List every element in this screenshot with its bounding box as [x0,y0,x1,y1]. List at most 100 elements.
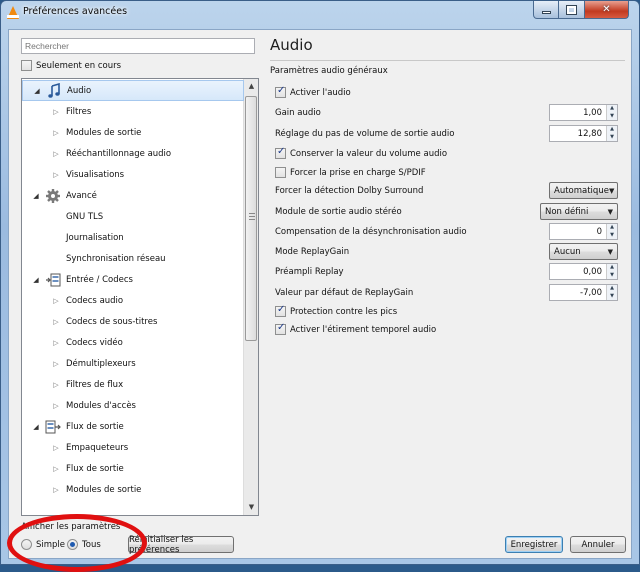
expanded-arrow-icon[interactable]: ◢ [32,87,42,95]
spin-up-icon[interactable]: ▲ [607,224,617,232]
setting-spinbox[interactable]: 0,00 ▲ ▼ [549,263,618,280]
setting-checkbox[interactable] [275,304,286,317]
tree-item[interactable]: ▷ Empaqueteurs [22,437,244,458]
tree-item[interactable]: ◢ Entrée / Codecs [22,269,244,290]
tree-item-label: Rééchantillonnage audio [66,148,172,159]
scroll-down-arrow-icon[interactable]: ▼ [244,500,258,515]
scroll-up-arrow-icon[interactable]: ▲ [244,79,258,94]
setting-spinbox[interactable]: 12,80 ▲ ▼ [549,125,618,142]
tree-item[interactable]: ◢ Audio [22,80,244,101]
setting-row[interactable]: Protection contre les pics [275,303,397,320]
title-bar[interactable]: Préférences avancées ✕ [1,1,639,25]
tree-item[interactable]: ▷ Codecs vidéo [22,332,244,353]
collapsed-arrow-icon[interactable]: ▷ [51,339,61,347]
collapsed-arrow-icon[interactable]: ▷ [51,171,61,179]
preferences-window: Préférences avancées ✕ Seulement en cour… [0,0,640,572]
radio-simple-row[interactable]: Simple [21,539,65,550]
collapsed-arrow-icon[interactable]: ▷ [51,297,61,305]
radio-all-row[interactable]: Tous [67,539,101,550]
collapsed-arrow-icon[interactable]: ▷ [51,129,61,137]
tree-item[interactable]: ◢ Avancé [22,185,244,206]
only-current-checkbox[interactable] [21,60,32,71]
setting-dropdown[interactable]: Non défini ▼ [540,203,618,220]
setting-spinbox[interactable]: -7,00 ▲ ▼ [549,284,618,301]
radio-all[interactable] [67,539,78,550]
spinbox-arrows[interactable]: ▲ ▼ [606,224,617,239]
category-tree[interactable]: ▲ ▼ ◢ Audio ▷ Filtres ▷ Modules de sortie ▷ Réé… [21,78,259,516]
collapsed-arrow-icon[interactable]: ▷ [51,444,61,452]
maximize-button[interactable] [559,1,585,19]
tree-item[interactable]: ▷ Démultiplexeurs [22,353,244,374]
tree-item[interactable]: ▷ Codecs audio [22,290,244,311]
save-button[interactable]: Enregistrer [505,536,563,553]
spinbox-arrows[interactable]: ▲ ▼ [606,285,617,300]
collapsed-arrow-icon[interactable]: ▷ [51,108,61,116]
search-input[interactable] [21,38,255,54]
dropdown-value: Aucun [554,246,581,257]
gear-icon [45,188,61,204]
tree-item[interactable]: ◢ Flux de sortie [22,416,244,437]
tree-item[interactable]: Synchronisation réseau [22,248,244,269]
setting-label: Activer l'audio [290,87,351,98]
setting-checkbox[interactable] [275,167,286,178]
collapsed-arrow-icon[interactable]: ▷ [51,402,61,410]
tree-item[interactable]: ▷ Filtres de flux [22,374,244,395]
tree-item-label: Codecs audio [66,295,124,306]
reset-preferences-button[interactable]: Réinitialiser les préférences [128,535,234,555]
tree-item[interactable]: ▷ Rééchantillonnage audio [22,143,244,164]
scroll-thumb[interactable] [245,96,257,341]
setting-row[interactable]: Conserver la valeur du volume audio [275,145,447,162]
spin-up-icon[interactable]: ▲ [607,126,617,134]
collapsed-arrow-icon[interactable]: ▷ [51,486,61,494]
only-current-checkbox-row[interactable]: Seulement en cours [21,60,121,71]
cancel-button[interactable]: Annuler [570,536,626,553]
setting-spinbox[interactable]: 1,00 ▲ ▼ [549,104,618,121]
expanded-arrow-icon[interactable]: ◢ [31,276,41,284]
tree-item[interactable]: ▷ Modules de sortie [22,479,244,500]
spin-down-icon[interactable]: ▼ [607,292,617,300]
tree-item-label: Filtres [66,106,92,117]
collapsed-arrow-icon[interactable]: ▷ [51,318,61,326]
setting-label: Activer l'étirement temporel audio [290,324,437,335]
collapsed-arrow-icon[interactable]: ▷ [51,381,61,389]
spin-up-icon[interactable]: ▲ [607,285,617,293]
tree-item[interactable]: GNU TLS [22,206,244,227]
expanded-arrow-icon[interactable]: ◢ [31,423,41,431]
tree-item[interactable]: ▷ Codecs de sous-titres [22,311,244,332]
tree-item[interactable]: ▷ Modules d'accès [22,395,244,416]
setting-dropdown[interactable]: Automatique ▼ [549,182,618,199]
close-button[interactable]: ✕ [585,1,629,19]
setting-row[interactable]: Activer l'étirement temporel audio [275,321,436,338]
spinbox-arrows[interactable]: ▲ ▼ [606,105,617,120]
setting-checkbox[interactable] [275,85,286,98]
collapsed-arrow-icon[interactable]: ▷ [51,150,61,158]
tree-item[interactable]: Journalisation [22,227,244,248]
collapsed-arrow-icon[interactable]: ▷ [51,465,61,473]
spin-down-icon[interactable]: ▼ [607,133,617,141]
tree-item[interactable]: ▷ Filtres [22,101,244,122]
spin-up-icon[interactable]: ▲ [607,105,617,113]
tree-item-label: Empaqueteurs [66,442,129,453]
setting-row[interactable]: Forcer la prise en charge S/PDIF [275,164,426,181]
spinbox-arrows[interactable]: ▲ ▼ [606,264,617,279]
tree-item-label: Flux de sortie [66,421,124,432]
radio-simple[interactable] [21,539,32,550]
collapsed-arrow-icon[interactable]: ▷ [51,360,61,368]
setting-checkbox[interactable] [275,322,286,335]
tree-item-label: Filtres de flux [66,379,124,390]
setting-dropdown[interactable]: Aucun ▼ [549,243,618,260]
spin-down-icon[interactable]: ▼ [607,271,617,279]
tree-item[interactable]: ▷ Modules de sortie [22,122,244,143]
spin-up-icon[interactable]: ▲ [607,264,617,272]
tree-item[interactable]: ▷ Visualisations [22,164,244,185]
tree-scrollbar[interactable]: ▲ ▼ [243,79,258,515]
spin-down-icon[interactable]: ▼ [607,112,617,120]
setting-spinbox[interactable]: 0 ▲ ▼ [549,223,618,240]
spinbox-arrows[interactable]: ▲ ▼ [606,126,617,141]
tree-item[interactable]: ▷ Flux de sortie [22,458,244,479]
setting-checkbox[interactable] [275,146,286,159]
minimize-button[interactable] [533,1,559,19]
setting-row[interactable]: Activer l'audio [275,84,351,101]
spin-down-icon[interactable]: ▼ [607,231,617,239]
expanded-arrow-icon[interactable]: ◢ [31,192,41,200]
